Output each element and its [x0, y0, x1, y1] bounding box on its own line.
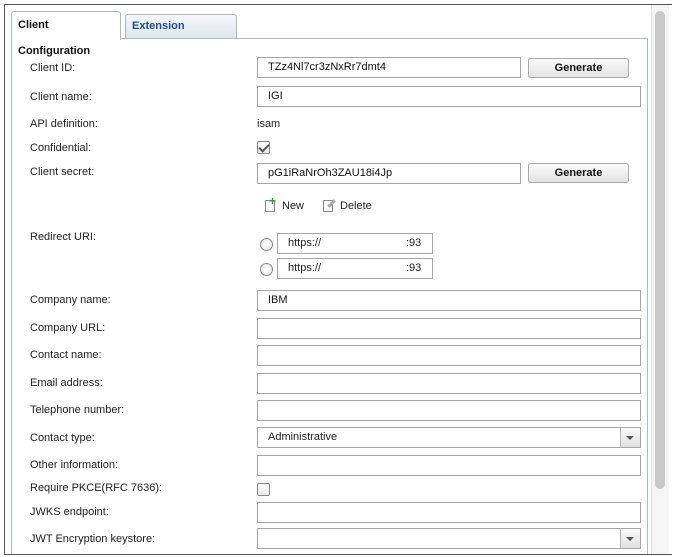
redirect-uri-port-1: :93: [406, 237, 422, 249]
client-configuration-panel: Client ID: TZz4Nl7cr3zNxRr7dmt4 Generate…: [11, 38, 648, 554]
confidential-checkbox[interactable]: [257, 141, 270, 154]
client-name-label: Client name:: [30, 91, 92, 103]
delete-uri-label: Delete: [340, 200, 372, 212]
generate-client-secret-button[interactable]: Generate: [528, 163, 629, 183]
client-secret-field[interactable]: pG1iRaNrOh3ZAU18i4Jp: [257, 163, 521, 184]
redirect-uri-scheme-2: https://: [288, 262, 322, 274]
redirect-uri-field-2[interactable]: https:// :93: [277, 258, 433, 279]
tab-client-configuration[interactable]: Client Configuration: [11, 11, 121, 57]
contact-name-label: Contact name:: [30, 349, 102, 361]
api-definition-label: API definition:: [30, 118, 98, 130]
redirect-uri-radio-1[interactable]: [260, 238, 273, 251]
company-url-field[interactable]: [257, 318, 641, 339]
email-address-field[interactable]: [257, 373, 641, 394]
jwt-keystore-label: JWT Encryption keystore:: [30, 533, 156, 545]
jwks-endpoint-label: JWKS endpoint:: [30, 506, 109, 518]
client-id-field[interactable]: TZz4Nl7cr3zNxRr7dmt4: [257, 57, 521, 78]
redirect-uri-scheme-1: https://: [288, 237, 322, 249]
vertical-scrollbar[interactable]: [651, 5, 669, 554]
new-document-icon: +: [265, 195, 278, 213]
generate-client-id-button[interactable]: Generate: [528, 58, 629, 78]
jwt-keystore-select[interactable]: [257, 528, 641, 549]
window-frame: Client Configuration Extension Propertie…: [4, 4, 672, 555]
email-address-label: Email address:: [30, 377, 103, 389]
tab-extension-properties[interactable]: Extension Properties: [125, 14, 237, 54]
new-uri-label: New: [282, 200, 305, 212]
redirect-uri-field-1[interactable]: https:// :93: [277, 233, 433, 254]
telephone-number-field[interactable]: [257, 400, 641, 421]
redirect-uri-port-2: :93: [406, 262, 422, 274]
company-url-label: Company URL:: [30, 322, 106, 334]
delete-uri-button[interactable]: Delete: [323, 199, 372, 213]
contact-name-field[interactable]: [257, 345, 641, 366]
require-pkce-label: Require PKCE(RFC 7636):: [30, 482, 163, 494]
confidential-label: Confidential:: [30, 142, 92, 154]
client-secret-label: Client secret:: [30, 166, 95, 178]
redirect-uri-radio-2[interactable]: [260, 263, 273, 276]
client-name-field[interactable]: IGI: [257, 86, 641, 107]
chevron-down-icon[interactable]: [620, 529, 640, 548]
contact-type-select[interactable]: Administrative: [257, 427, 641, 448]
scrollbar-thumb[interactable]: [655, 11, 665, 489]
new-uri-button[interactable]: + New: [265, 195, 305, 213]
chevron-down-icon[interactable]: [620, 428, 640, 447]
company-name-label: Company name:: [30, 294, 111, 306]
company-name-field[interactable]: IBM: [257, 290, 641, 311]
contact-type-label: Contact type:: [30, 432, 95, 444]
telephone-number-label: Telephone number:: [30, 404, 125, 416]
api-definition-value: isam: [257, 118, 281, 130]
other-information-field[interactable]: [257, 455, 641, 476]
require-pkce-checkbox[interactable]: [257, 483, 270, 496]
edit-document-icon: [323, 199, 336, 213]
other-information-label: Other information:: [30, 459, 119, 471]
jwks-endpoint-field[interactable]: [257, 502, 641, 523]
contact-type-value: Administrative: [268, 431, 338, 443]
redirect-uri-label: Redirect URI:: [30, 231, 97, 243]
